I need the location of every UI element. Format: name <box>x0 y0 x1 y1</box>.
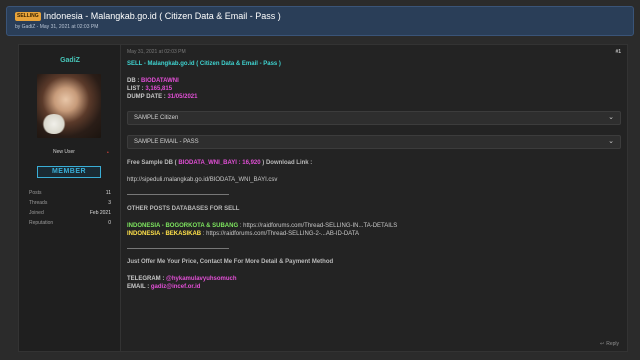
stat-joined: Joined Feb 2021 <box>29 210 111 216</box>
user-sidebar: GadiZ New User • MEMBER Posts 11 Threads 3… <box>19 45 121 351</box>
offer-line: Just Offer Me Your Price, Contact Me For… <box>127 259 334 265</box>
member-rank-badge: MEMBER <box>37 166 101 178</box>
selling-prefix-badge[interactable]: SELLING <box>15 12 41 21</box>
avatar[interactable] <box>37 74 101 138</box>
user-stats: Posts 11 Threads 3 Joined Feb 2021 Reputati… <box>29 188 111 228</box>
other-posts-heading: OTHER POSTS DATABASES FOR SELL <box>127 206 240 212</box>
thread-title: Indonesia - Malangkab.go.id ( Citizen Da… <box>43 11 281 21</box>
db-line: DB : BIODATAWNI <box>127 78 179 84</box>
spoiler-sample-citizen[interactable]: SAMPLE Citizen ⌄ <box>127 111 621 125</box>
post-content: May 31, 2021 at 02:03 PM #1 SELL - Malan… <box>123 45 627 351</box>
telegram-line: TELEGRAM : @hykamulavyuhsomuch <box>127 276 237 282</box>
post-headline: SELL - Malangkab.go.id ( Citizen Data & … <box>127 61 281 67</box>
avatar-flower <box>41 114 67 134</box>
post-number-link[interactable]: #1 <box>615 49 621 55</box>
reply-icon: ↩ <box>600 341 605 347</box>
other-post-2[interactable]: INDONESIA - BEKASIKAB : https://raidforu… <box>127 230 621 238</box>
free-sample-link[interactable]: http://sipeduli.malangkab.go.id/BIODATA_… <box>127 176 621 184</box>
offline-status-icon: • <box>107 150 109 156</box>
other-post-1[interactable]: INDONESIA - BOGORKOTA & SUBANG : https:/… <box>127 222 621 230</box>
stat-posts: Posts 11 <box>29 190 111 196</box>
reply-button[interactable]: ↩ Reply <box>600 341 619 347</box>
stat-reputation: Reputation 0 <box>29 220 111 226</box>
thread-byline: by GadiZ - May 31, 2021 at 02:03 PM <box>15 24 99 30</box>
chevron-down-icon: ⌄ <box>608 138 614 145</box>
list-line: LIST : 3,165,815 <box>127 86 173 92</box>
thread-title-row: SELLING Indonesia - Malangkab.go.id ( Ci… <box>15 11 625 22</box>
post: GadiZ New User • MEMBER Posts 11 Threads 3… <box>18 44 628 352</box>
spoiler-sample-email-pass[interactable]: SAMPLE EMAIL - PASS ⌄ <box>127 135 621 149</box>
dump-date-line: DUMP DATE : 31/05/2021 <box>127 94 198 100</box>
thread-header: SELLING Indonesia - Malangkab.go.id ( Ci… <box>6 6 634 36</box>
username-link[interactable]: GadiZ <box>19 57 121 64</box>
free-sample-line: Free Sample DB ( BIODATA_WNI_BAYI : 16,9… <box>127 160 313 166</box>
chevron-down-icon: ⌄ <box>608 114 614 121</box>
stat-threads: Threads 3 <box>29 200 111 206</box>
post-body: SELL - Malangkab.go.id ( Citizen Data & … <box>127 60 621 291</box>
post-date: May 31, 2021 at 02:03 PM <box>127 49 186 55</box>
email-line: EMAIL : gadiz@incef.or.id <box>127 284 201 290</box>
user-title: New User <box>53 149 75 155</box>
